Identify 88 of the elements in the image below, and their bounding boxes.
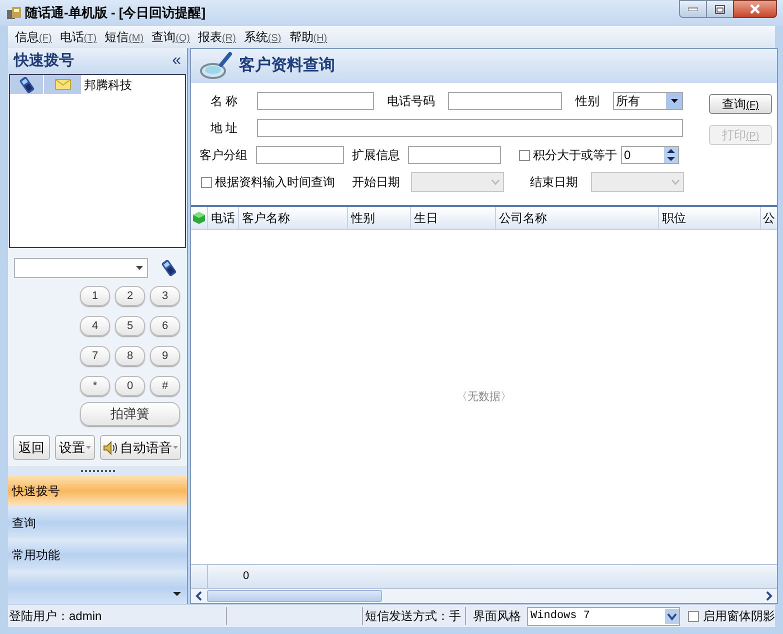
address-field[interactable] [257,119,683,137]
number-field[interactable] [14,258,148,278]
column-header[interactable]: 公司名称 [496,207,659,229]
dropdown-arrow-icon [136,266,143,270]
nav-item[interactable]: 常用功能 [8,540,187,570]
style-select[interactable]: Windows 7 [526,606,680,626]
field-label: 扩展信息 [351,147,401,164]
horizontal-scrollbar[interactable] [191,588,777,603]
back-button[interactable]: 返回 [13,435,50,460]
auto-voice-button[interactable]: 自动语音 [100,435,181,460]
dial-key[interactable]: 9 [150,346,180,366]
checkbox[interactable] [201,176,212,188]
status-user: 登陆用户：admin [8,607,228,625]
dropdown-arrow-icon [670,99,678,103]
field-label: 根据资料输入时间查询 [214,174,336,191]
dial-key[interactable]: 3 [150,286,180,306]
panel-title: 客户资料查询 [239,55,335,76]
scrollbar-thumb[interactable] [207,590,382,602]
column-header[interactable]: 职位 [659,207,761,229]
column-header[interactable]: 客户名称 [239,207,348,229]
dropdown-arrow-icon [173,446,178,449]
hook-flash-button[interactable]: 拍弹簧 [80,402,180,426]
window-title: 随话通-单机版 - [今日回访提醒] [25,4,206,22]
contact-name[interactable]: 邦腾科技 [84,76,132,94]
field-label: 电话号码 [386,93,436,110]
menu-item[interactable]: 帮助(H) [288,28,328,46]
dropdown-arrow-icon [86,446,91,449]
call-button[interactable] [10,75,43,94]
close-button[interactable] [733,0,777,18]
group-field[interactable] [256,146,344,164]
speaker-icon [103,440,119,454]
extension-field[interactable] [408,146,501,164]
dial-key[interactable]: 1 [80,286,110,306]
dial-key[interactable]: 8 [115,346,145,366]
menu-item[interactable]: 电话(T) [58,28,98,46]
magnifier-icon [199,51,233,81]
field-label: 积分大于或等于 [532,147,618,164]
column-header[interactable]: 电话 [208,207,239,229]
dial-key[interactable]: * [80,376,110,396]
empty-message: 〈无数据〉 [456,390,512,405]
nav-item[interactable]: 快速拨号 [8,476,187,506]
style-label: 界面风格 [472,608,522,625]
envelope-icon [54,79,70,90]
menu-item[interactable]: 报表(R) [197,28,237,46]
footer-count: 0 [242,569,250,584]
settings-button[interactable]: 设置 [55,435,95,460]
status-cube-icon [193,212,205,224]
dial-key[interactable]: 0 [115,376,145,396]
sidebar-title: 快速拨号 [14,50,74,71]
dial-key[interactable]: # [150,376,180,396]
field-label: 名 称 [209,93,239,110]
gender-select[interactable]: 所有 [613,92,683,110]
field-label: 地 址 [209,120,239,137]
status-sms-mode: 短信发送方式：手 [363,607,466,625]
minimize-button[interactable] [679,0,707,18]
menu-item[interactable]: 短信(M) [104,28,145,46]
field-label: 客户分组 [198,147,248,164]
splitter-grip-icon[interactable] [80,470,114,472]
maximize-button[interactable] [707,0,733,18]
dial-key[interactable]: 7 [80,346,110,366]
points-spinner[interactable]: 0 [621,146,679,164]
column-header[interactable]: 性别 [348,207,411,229]
field-label: 结束日期 [529,174,579,191]
field-label: 开始日期 [352,174,401,191]
menu-item[interactable]: 信息(F) [14,28,53,46]
checkbox[interactable] [519,150,530,160]
name-field[interactable] [257,92,374,110]
dial-key[interactable]: 5 [115,316,145,336]
maximize-icon [715,4,725,14]
nav-item[interactable]: 查询 [8,508,187,538]
more-arrow-icon[interactable] [173,592,181,596]
menu-item[interactable]: 查询(Q) [150,28,192,46]
spinner-arrows-icon [664,147,678,163]
close-icon [749,4,761,14]
column-header[interactable]: 公 [761,207,777,229]
dial-key[interactable]: 4 [80,316,110,336]
search-button[interactable]: 查询(F) [709,94,772,114]
field-label: 性别 [574,93,600,110]
phone-field[interactable] [448,92,562,110]
app-icon [6,5,22,21]
dial-key[interactable]: 2 [115,286,145,306]
menu-item[interactable]: 系统(S) [242,28,282,46]
minimize-icon [688,7,698,11]
dial-key[interactable]: 6 [150,316,180,336]
column-header[interactable]: 生日 [411,207,496,229]
shadow-label: 启用窗体阴影 [703,608,775,625]
shadow-checkbox[interactable] [688,610,699,622]
collapse-button[interactable]: « [172,53,181,69]
